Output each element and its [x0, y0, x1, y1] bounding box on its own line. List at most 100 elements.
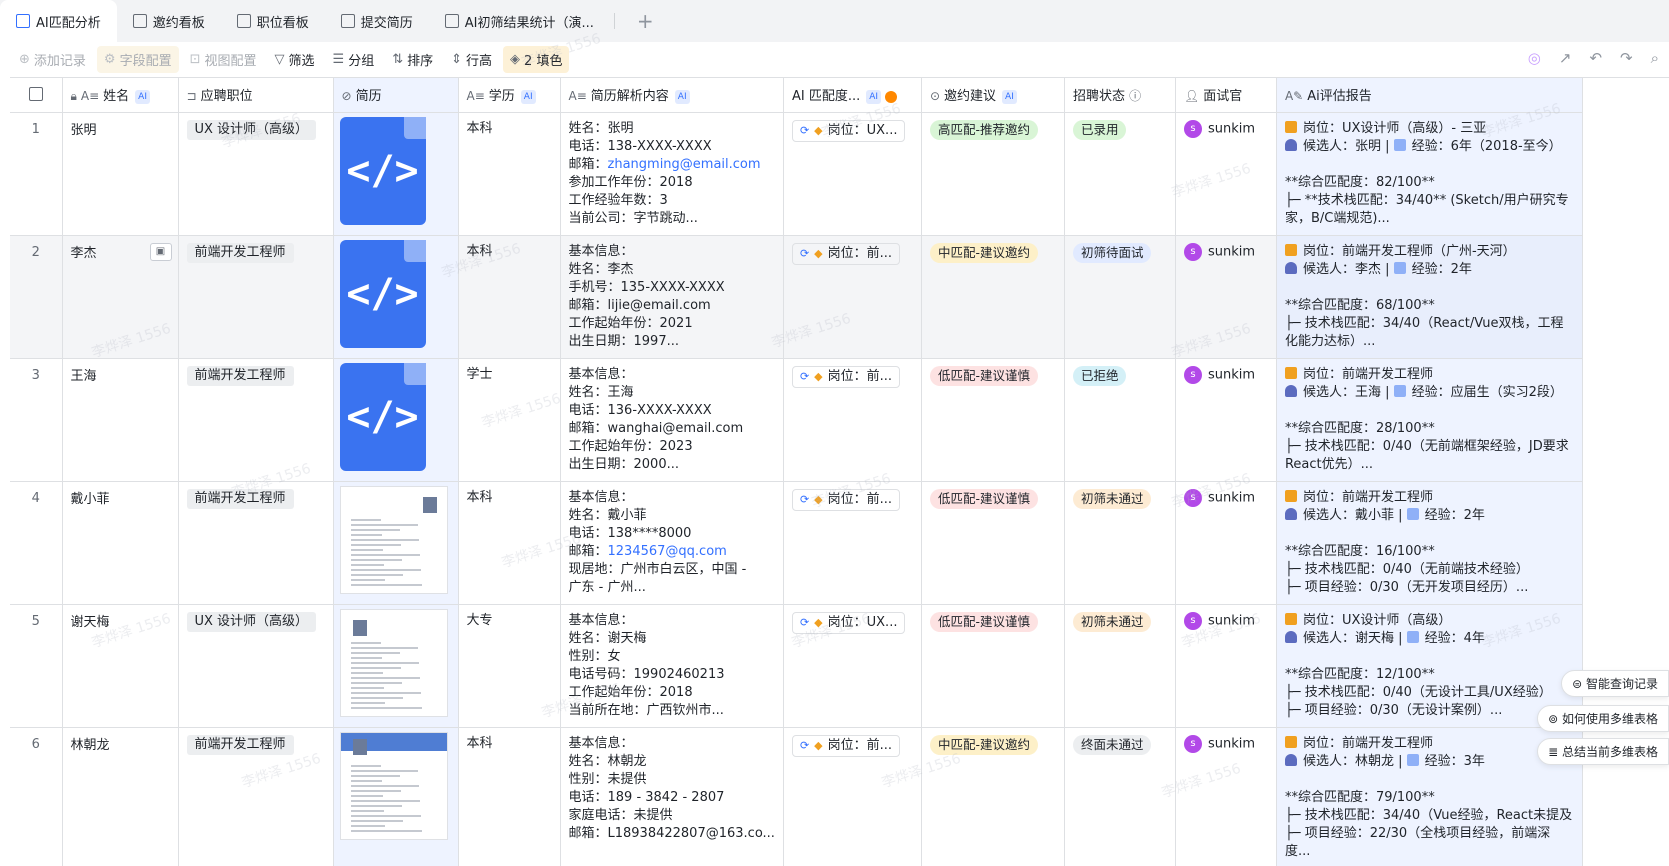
tab-invite-board[interactable]: 邀约看板	[117, 0, 221, 42]
col-header-interviewer[interactable]: 👤︎ 面试官	[1175, 78, 1277, 113]
row-number[interactable]: 6	[10, 727, 63, 866]
cell-interviewer[interactable]: s sunkim	[1175, 112, 1277, 236]
code-file-icon[interactable]: </>	[339, 116, 426, 225]
cell-position[interactable]: 前端开发工程师	[178, 235, 334, 359]
cell-education[interactable]: 本科	[458, 112, 561, 236]
cell-status[interactable]: 初筛未通过	[1064, 604, 1176, 728]
cell-position[interactable]: UX 设计师（高级）	[178, 604, 334, 728]
tab-ai-match-analysis[interactable]: AI匹配分析	[0, 0, 117, 42]
match-chip[interactable]: ⟳ ◆ 岗位：前...	[791, 488, 901, 511]
cell-education[interactable]: 本科	[458, 235, 561, 359]
tab-position-board[interactable]: 职位看板	[221, 0, 325, 42]
cell-position[interactable]: 前端开发工程师	[178, 727, 334, 866]
table-row[interactable]: 6 林朝龙 前端开发工程师 本科 基本信息： 姓名：林朝龙 性别：未提供 电话：189 - 3…	[10, 727, 1583, 866]
cell-education[interactable]: 学士	[458, 358, 561, 482]
field-config-button[interactable]: ⚙ 字段配置	[96, 45, 179, 73]
cell-position[interactable]: 前端开发工程师	[178, 358, 334, 482]
table-row[interactable]: 3 王海 前端开发工程师 </> 学士 基本信息： 姓名：王海 电话：136-XXXX-XXX…	[10, 358, 1583, 482]
col-header-name[interactable]: 🔒︎ A≡ 姓名 AI	[62, 78, 179, 113]
col-header-education[interactable]: A≡ 学历 AI	[458, 78, 561, 113]
cell-resume[interactable]: </>	[333, 112, 459, 236]
match-chip[interactable]: ⟳ ◆ 岗位：前...	[791, 242, 901, 265]
cell-match[interactable]: ⟳ ◆ 岗位：UX...	[783, 604, 922, 728]
code-file-icon[interactable]: </>	[339, 362, 426, 471]
cell-resume[interactable]	[333, 481, 459, 605]
cell-invite[interactable]: 中匹配-建议邀约	[921, 727, 1065, 866]
cell-parse[interactable]: 基本信息： 姓名：李杰 手机号：135-XXXX-XXXX 邮箱：lijie@emai…	[560, 235, 784, 359]
cell-report[interactable]: 岗位：前端开发工程师（广州-天河） 候选人：李杰 | 经验：2年 **综合匹配度：6…	[1276, 235, 1583, 359]
cell-parse[interactable]: 基本信息： 姓名：王海 电话：136-XXXX-XXXX 邮箱：wanghai@ema…	[560, 358, 784, 482]
match-chip[interactable]: ⟳ ◆ 岗位：UX...	[791, 119, 906, 142]
table-row[interactable]: 1 张明 UX 设计师（高级） </> 本科 姓名：张明 电话：138-XXXX-XXXX 邮…	[10, 112, 1583, 236]
col-header-match[interactable]: AI 匹配度... AI	[783, 78, 922, 113]
summarize-button[interactable]: ≣ 总结当前多维表格	[1537, 738, 1669, 765]
row-number[interactable]: 3	[10, 358, 63, 482]
expand-record-icon[interactable]: ▣	[149, 242, 172, 261]
cell-invite[interactable]: 中匹配-建议邀约	[921, 235, 1065, 359]
cell-education[interactable]: 本科	[458, 727, 561, 866]
cell-status[interactable]: 已录用	[1064, 112, 1176, 236]
cell-resume[interactable]: </>	[333, 235, 459, 359]
cell-parse[interactable]: 姓名：张明 电话：138-XXXX-XXXX 邮箱：zhangming@email.…	[560, 112, 784, 236]
cell-education[interactable]: 本科	[458, 481, 561, 605]
cell-report[interactable]: 岗位：UX设计师（高级）- 三亚 候选人：张明 | 经验：6年（2018-至今） *…	[1276, 112, 1583, 236]
tab-submit-resume[interactable]: 提交简历	[325, 0, 429, 42]
add-record-button[interactable]: ⊕ 添加记录	[12, 46, 93, 73]
add-view-button[interactable]: +	[619, 0, 672, 42]
cell-education[interactable]: 大专	[458, 604, 561, 728]
cell-report[interactable]: 岗位：UX设计师（高级） 候选人：谢天梅 | 经验：4年 **综合匹配度：12/10…	[1276, 604, 1583, 728]
resume-thumbnail[interactable]	[339, 608, 448, 717]
fill-color-button[interactable]: ◈ 2 填色	[503, 45, 570, 73]
cell-name[interactable]: 戴小菲	[62, 481, 179, 605]
cell-parse[interactable]: 基本信息： 姓名：林朝龙 性别：未提供 电话：189 - 3842 - 2807 家庭电…	[560, 727, 784, 866]
cell-match[interactable]: ⟳ ◆ 岗位：前...	[783, 727, 922, 866]
cell-resume[interactable]: </>	[333, 358, 459, 482]
sort-button[interactable]: ⇅ 排序	[385, 46, 440, 73]
col-header-position[interactable]: ⊐ 应聘职位	[178, 78, 334, 113]
cell-parse[interactable]: 基本信息： 姓名：戴小菲 电话：138****8000 邮箱：1234567@qq.c…	[560, 481, 784, 605]
cell-name[interactable]: 张明	[62, 112, 179, 236]
col-header-invite[interactable]: ⊙ 邀约建议 AI	[921, 78, 1065, 113]
match-chip[interactable]: ⟳ ◆ 岗位：前...	[791, 734, 901, 757]
select-all-checkbox[interactable]	[10, 78, 63, 113]
cell-parse[interactable]: 基本信息： 姓名：谢天梅 性别：女 电话号码：19902460213 工作起始年份：20…	[560, 604, 784, 728]
row-number[interactable]: 5	[10, 604, 63, 728]
row-number[interactable]: 4	[10, 481, 63, 605]
cell-match[interactable]: ⟳ ◆ 岗位：前...	[783, 481, 922, 605]
col-header-resume[interactable]: ⊘ 简历	[333, 78, 459, 113]
tab-ai-screening-stats[interactable]: AI初筛结果统计（演...	[429, 0, 610, 42]
col-header-parse[interactable]: A≡ 简历解析内容 AI	[560, 78, 784, 113]
cell-resume[interactable]	[333, 604, 459, 728]
row-number[interactable]: 1	[10, 112, 63, 236]
ai-assistant-icon[interactable]: ◎	[1528, 49, 1541, 67]
cell-interviewer[interactable]: s sunkim	[1175, 727, 1277, 866]
cell-report[interactable]: 岗位：前端开发工程师 候选人：戴小菲 | 经验：2年 **综合匹配度：16/100*…	[1276, 481, 1583, 605]
col-header-report[interactable]: A✎ Ai评估报告	[1276, 78, 1583, 113]
view-config-button[interactable]: ⊡ 视图配置	[183, 46, 264, 73]
table-row[interactable]: 2 李杰 ▣ 前端开发工程师 </> 本科 基本信息： 姓名：李杰 手机号：135-XXXX-X…	[10, 235, 1583, 359]
cell-invite[interactable]: 高匹配-推荐邀约	[921, 112, 1065, 236]
col-header-status[interactable]: 招聘状态 ⓘ	[1064, 78, 1176, 113]
share-icon[interactable]: ↗	[1559, 49, 1572, 67]
cell-name[interactable]: 李杰 ▣	[62, 235, 179, 359]
group-button[interactable]: ☰ 分组	[326, 46, 382, 73]
cell-match[interactable]: ⟳ ◆ 岗位：前...	[783, 235, 922, 359]
cell-resume[interactable]	[333, 727, 459, 866]
cell-name[interactable]: 林朝龙	[62, 727, 179, 866]
email-link[interactable]: 1234567@qq.com	[608, 544, 727, 559]
cell-interviewer[interactable]: s sunkim	[1175, 235, 1277, 359]
cell-interviewer[interactable]: s sunkim	[1175, 358, 1277, 482]
match-chip[interactable]: ⟳ ◆ 岗位：UX...	[791, 611, 906, 634]
row-height-button[interactable]: ⇕ 行高	[444, 46, 499, 73]
cell-status[interactable]: 已拒绝	[1064, 358, 1176, 482]
cell-invite[interactable]: 低匹配-建议谨慎	[921, 481, 1065, 605]
table-row[interactable]: 4 戴小菲 前端开发工程师 本科 基本信息： 姓名：戴小菲 电话：138****8000 邮箱…	[10, 481, 1583, 605]
search-icon[interactable]: ⌕	[1651, 49, 1659, 67]
how-to-use-button[interactable]: ⊚ 如何使用多维表格	[1537, 705, 1669, 732]
smart-query-button[interactable]: ⊜ 智能查询记录	[1561, 670, 1669, 697]
row-number[interactable]: 2	[10, 235, 63, 359]
cell-match[interactable]: ⟳ ◆ 岗位：前...	[783, 358, 922, 482]
resume-thumbnail[interactable]	[339, 731, 448, 840]
cell-interviewer[interactable]: s sunkim	[1175, 604, 1277, 728]
cell-invite[interactable]: 低匹配-建议谨慎	[921, 358, 1065, 482]
